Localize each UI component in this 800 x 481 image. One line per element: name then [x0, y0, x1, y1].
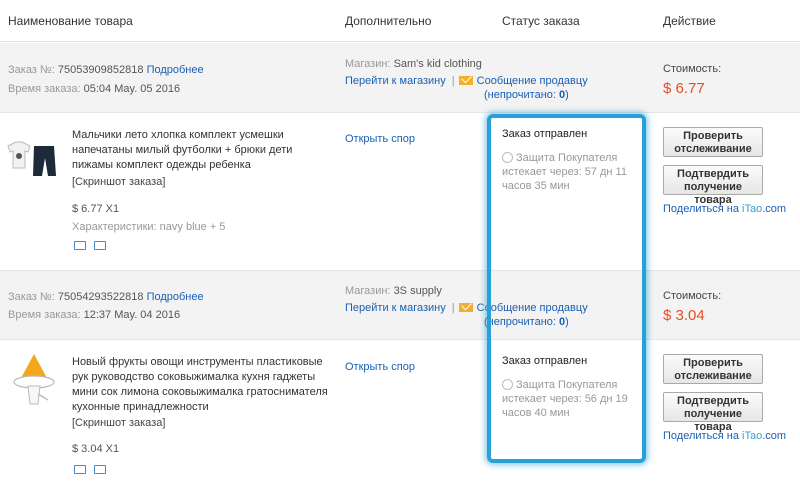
share-itao-link[interactable]: Поделиться на iTao.com	[663, 203, 786, 215]
order-status: Заказ отправлен	[502, 128, 588, 140]
col-product-header: Наименование товара	[8, 14, 133, 28]
order-time: Время заказа: 12:37 May. 04 2016	[8, 309, 181, 321]
confirm-receipt-button[interactable]: Подтвердить получение товара	[663, 392, 763, 433]
shop-name: Магазин: 3S supply	[345, 285, 442, 297]
order-screenshot-link[interactable]: [Скриншот заказа]	[72, 417, 165, 429]
shipping-icon[interactable]	[74, 241, 86, 250]
order-time: Время заказа: 05:04 May. 05 2016	[8, 83, 181, 95]
check-tracking-button[interactable]: Проверить отслеживание	[663, 127, 763, 157]
message-seller-link[interactable]: Сообщение продавцу	[477, 302, 588, 314]
clock-icon	[502, 379, 513, 390]
shop-links: Перейти к магазину | Сообщение продавцу	[345, 75, 588, 87]
cost-value: $ 6.77	[663, 80, 705, 97]
share-itao-link[interactable]: Поделиться на iTao.com	[663, 430, 786, 442]
col-status-header: Статус заказа	[502, 14, 580, 28]
product-thumbnail[interactable]	[8, 350, 60, 414]
product-title[interactable]: Новый фрукты овощи инструменты пластиков…	[72, 355, 334, 415]
go-to-shop-link[interactable]: Перейти к магазину	[345, 302, 446, 314]
envelope-icon	[458, 76, 473, 85]
cost-label: Стоимость:	[663, 63, 722, 75]
open-dispute-link[interactable]: Открыть спор	[345, 133, 415, 145]
open-dispute-link[interactable]: Открыть спор	[345, 361, 415, 373]
confirm-receipt-button[interactable]: Подтвердить получение товара	[663, 165, 763, 206]
check-tracking-button[interactable]: Проверить отслеживание	[663, 354, 763, 384]
clock-icon	[502, 152, 513, 163]
cost-value: $ 3.04	[663, 307, 705, 324]
message-seller-link[interactable]: Сообщение продавцу	[477, 75, 588, 87]
card-icon[interactable]	[94, 465, 106, 474]
product-specs: Характеристики: navy blue + 5	[72, 221, 226, 233]
col-action-header: Действие	[663, 14, 716, 28]
unread-count[interactable]: (непрочитано: 0)	[484, 89, 569, 101]
col-extra-header: Дополнительно	[345, 14, 432, 28]
shop-name: Магазин: Sam's kid clothing	[345, 58, 482, 70]
shipping-icon[interactable]	[74, 465, 86, 474]
order-number: Заказ №: 75054293522818 Подробнее	[8, 291, 204, 303]
order-details-link[interactable]: Подробнее	[147, 64, 204, 76]
unread-count[interactable]: (непрочитано: 0)	[484, 316, 569, 328]
table-header: Наименование товара Дополнительно Статус…	[0, 0, 800, 42]
order-details-link[interactable]: Подробнее	[147, 291, 204, 303]
buyer-protection: Защита Покупателя истекает через: 57 дн …	[502, 152, 627, 192]
card-icon[interactable]	[94, 241, 106, 250]
product-title[interactable]: Мальчики лето хлопка комплект усмешки на…	[72, 128, 334, 173]
price-quantity: $ 6.77 X1	[72, 203, 120, 215]
price-quantity: $ 3.04 X1	[72, 443, 120, 455]
go-to-shop-link[interactable]: Перейти к магазину	[345, 75, 446, 87]
order-number: Заказ №: 75053909852818 Подробнее	[8, 64, 204, 76]
order-status: Заказ отправлен	[502, 355, 588, 367]
shop-links: Перейти к магазину | Сообщение продавцу	[345, 302, 588, 314]
order-screenshot-link[interactable]: [Скриншот заказа]	[72, 176, 165, 188]
envelope-icon	[458, 303, 473, 312]
cost-label: Стоимость:	[663, 290, 722, 302]
product-thumbnail[interactable]	[4, 138, 64, 182]
buyer-protection: Защита Покупателя истекает через: 56 дн …	[502, 379, 628, 419]
